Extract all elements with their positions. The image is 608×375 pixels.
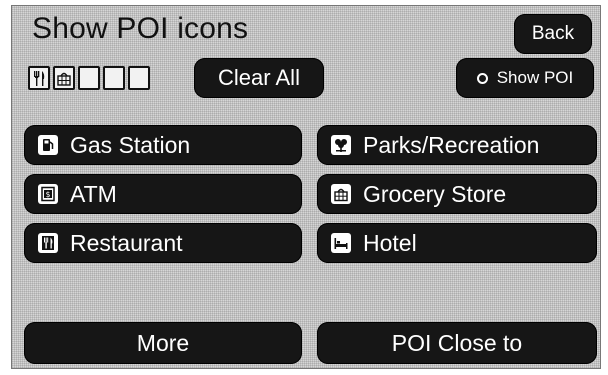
category-restaurant-button[interactable]: Restaurant [24,223,302,263]
radio-icon [476,72,488,84]
page-title: Show POI icons [32,12,249,45]
poi-screen: Show POI icons Back Clear All Show POI G… [11,5,601,369]
selected-slot-5[interactable] [128,66,150,90]
category-label: Gas Station [70,131,191,158]
category-label: Hotel [363,229,417,256]
selected-slot-2[interactable] [53,66,75,90]
gas-station-icon [38,135,58,155]
clear-all-label: Clear All [218,65,300,90]
category-parks-recreation-button[interactable]: Parks/Recreation [317,125,597,165]
category-label: ATM [70,180,117,207]
category-atm-button[interactable]: $ ATM [24,174,302,214]
svg-text:$: $ [46,190,51,199]
show-poi-label: Show POI [496,68,574,87]
clear-all-button[interactable]: Clear All [194,58,324,98]
selected-slot-3[interactable] [78,66,100,90]
grocery-icon [331,184,351,204]
grocery-icon [57,72,71,86]
category-label: Restaurant [70,229,183,256]
parks-icon [331,135,351,155]
selected-slot-1[interactable] [28,66,50,90]
poi-close-to-button[interactable]: POI Close to [317,322,597,364]
restaurant-icon [34,71,45,86]
back-button-label: Back [531,23,575,44]
atm-icon: $ [38,184,58,204]
category-grocery-store-button[interactable]: Grocery Store [317,174,597,214]
category-gas-station-button[interactable]: Gas Station [24,125,302,165]
category-label: Parks/Recreation [363,131,540,158]
category-hotel-button[interactable]: Hotel [317,223,597,263]
selected-slot-4[interactable] [103,66,125,90]
poi-close-to-label: POI Close to [391,329,523,356]
show-poi-button[interactable]: Show POI [456,58,594,98]
back-button[interactable]: Back [514,14,592,54]
category-label: Grocery Store [363,180,507,207]
restaurant-icon [38,233,58,253]
more-label: More [136,329,190,356]
more-button[interactable]: More [24,322,302,364]
hotel-icon [331,233,351,253]
selected-poi-slots [28,66,150,90]
